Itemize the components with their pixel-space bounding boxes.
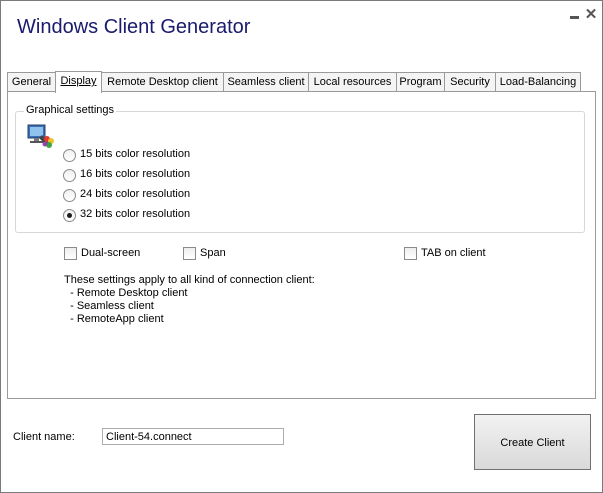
radio-label: 15 bits color resolution: [80, 148, 191, 160]
group-title: Graphical settings: [24, 104, 117, 116]
client-name-label: Client name:: [13, 431, 75, 443]
tab-load-balancing[interactable]: Load-Balancing: [495, 72, 581, 92]
tab-label: General: [11, 76, 52, 88]
radio-button[interactable]: [63, 169, 76, 182]
info-text: These settings apply to all kind of conn…: [64, 274, 315, 326]
graphical-settings-group: Graphical settings 15 bits color resolut…: [15, 104, 585, 233]
info-line: - Seamless client: [64, 300, 154, 312]
app-window: Windows Client Generator ✕ General Displ…: [0, 0, 603, 493]
radio-label: 16 bits color resolution: [80, 168, 191, 180]
tab-label: Seamless client: [227, 76, 305, 88]
info-line: - Remote Desktop client: [64, 287, 188, 299]
create-client-button[interactable]: Create Client: [474, 414, 591, 470]
radio-button[interactable]: [63, 149, 76, 162]
tab-label: Local resources: [313, 76, 392, 88]
close-button[interactable]: ✕: [584, 6, 598, 23]
tab-seamless-client[interactable]: Seamless client: [223, 72, 309, 92]
tab-program[interactable]: Program: [396, 72, 445, 92]
checkbox[interactable]: [183, 247, 196, 260]
monitor-color-icon: [27, 124, 54, 148]
tab-remote-desktop-client[interactable]: Remote Desktop client: [101, 72, 224, 92]
tab-label: Remote Desktop client: [107, 76, 218, 88]
radio-label: 32 bits color resolution: [80, 208, 191, 220]
close-icon: ✕: [584, 6, 598, 23]
checkbox-label: Dual-screen: [81, 247, 141, 259]
minimize-button[interactable]: [567, 8, 581, 22]
checkbox[interactable]: [64, 247, 77, 260]
tab-label: Load-Balancing: [499, 76, 577, 88]
info-line: - RemoteApp client: [64, 313, 164, 325]
tab-label: Security: [450, 76, 490, 88]
radio-button-selected[interactable]: [63, 209, 76, 222]
tab-general[interactable]: General: [7, 72, 56, 92]
checkbox[interactable]: [404, 247, 417, 260]
display-tab-panel: Graphical settings 15 bits color resolut…: [7, 91, 596, 399]
radio-button[interactable]: [63, 189, 76, 202]
radio-label: 24 bits color resolution: [80, 188, 191, 200]
tab-label: Display: [60, 75, 97, 87]
window-title: Windows Client Generator: [17, 16, 251, 38]
client-name-input[interactable]: Client-54.connect: [102, 428, 284, 445]
checkbox-label: Span: [200, 247, 226, 259]
minimize-icon: [569, 16, 579, 19]
checkbox-label: TAB on client: [421, 247, 486, 259]
info-line: These settings apply to all kind of conn…: [64, 274, 315, 286]
tab-local-resources[interactable]: Local resources: [308, 72, 397, 92]
tab-display[interactable]: Display: [55, 71, 102, 93]
tab-label: Program: [399, 76, 442, 88]
tab-security[interactable]: Security: [444, 72, 496, 92]
